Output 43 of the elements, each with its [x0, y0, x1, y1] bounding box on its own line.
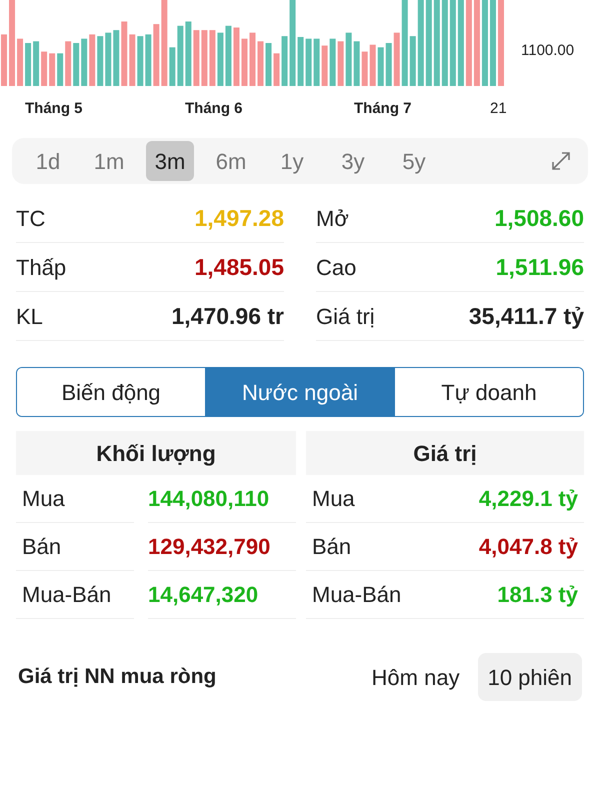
stat-label: Mở: [316, 204, 349, 232]
row-label: Mua: [312, 485, 355, 513]
stat-label: Giá trị: [316, 302, 375, 330]
stat-value: 1,511.96: [496, 252, 584, 282]
stat-label: Cao: [316, 254, 356, 282]
stat-value: 1,508.60: [494, 204, 584, 233]
stat-label: Thấp: [16, 254, 66, 282]
period-tab[interactable]: 3m: [146, 141, 194, 181]
section-title: Giá trị NN mua ròng: [18, 664, 216, 690]
column-header: Giá trị: [306, 431, 584, 475]
segment-tab[interactable]: Tự doanh: [394, 368, 583, 416]
row-label: Bán: [312, 533, 352, 561]
stat-value: 1,485.05: [194, 252, 284, 282]
column-header: Khối lượng: [16, 431, 296, 475]
volume-value: 14,647,320: [148, 580, 260, 608]
row-label: Bán: [22, 533, 62, 561]
period-tab[interactable]: 3y: [329, 141, 377, 181]
value-amount: 4,229.1 tỷ: [478, 485, 578, 513]
expand-icon[interactable]: [550, 150, 572, 172]
period-tab[interactable]: 1m: [85, 141, 133, 181]
row-label: Mua: [22, 485, 65, 513]
month-label: Tháng 6: [185, 99, 243, 119]
row-label: Mua-Bán: [312, 581, 402, 609]
period-tab[interactable]: 1y: [268, 141, 316, 181]
volume-value: 144,080,110: [148, 484, 270, 512]
axis-label: 1100.00: [521, 40, 574, 60]
value-amount: 4,047.8 tỷ: [478, 533, 578, 561]
range-option[interactable]: 10 phiên: [478, 653, 582, 701]
segment-tab[interactable]: Nước ngoài: [205, 368, 394, 416]
month-label: Tháng 5: [25, 99, 83, 119]
period-tab[interactable]: 6m: [207, 141, 255, 181]
stat-label: KL: [16, 302, 43, 330]
value-amount: 181.3 tỷ: [497, 581, 578, 609]
row-label: Mua-Bán: [22, 581, 112, 609]
stat-value: 1,470.96 tr: [171, 302, 284, 331]
month-label: 21: [490, 99, 507, 119]
period-tab[interactable]: 1d: [24, 141, 72, 181]
month-label: Tháng 7: [354, 99, 412, 119]
stat-value: 1,497.28: [194, 204, 284, 233]
volume-value: 129,432,790: [148, 532, 272, 560]
stat-value: 35,411.7 tỷ: [468, 302, 584, 331]
stat-label: TC: [16, 204, 46, 232]
period-tab[interactable]: 5y: [390, 141, 438, 181]
